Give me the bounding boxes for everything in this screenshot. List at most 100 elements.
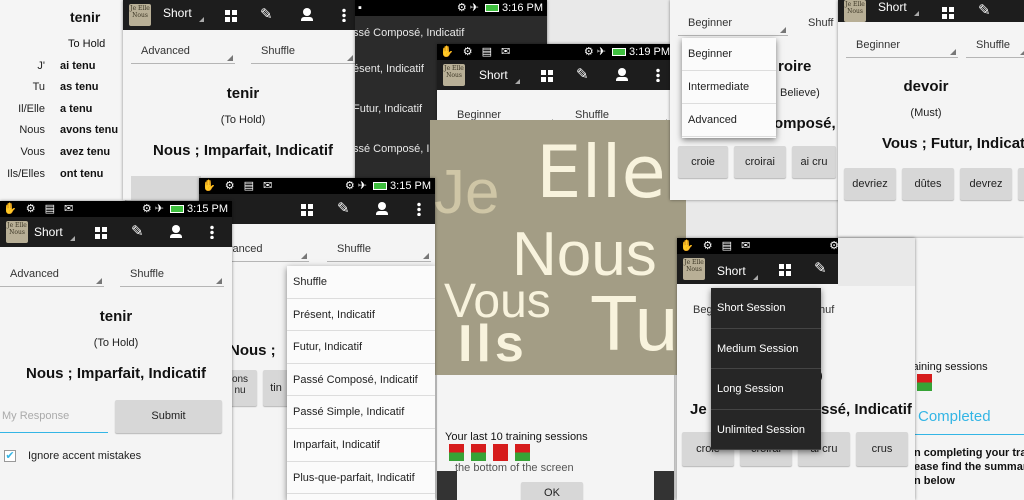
tense-option[interactable]: Passé Simple, Indicatif <box>287 396 435 429</box>
session-selector[interactable]: Short <box>717 264 758 280</box>
person-icon[interactable] <box>615 68 629 87</box>
grid-icon[interactable] <box>942 6 954 24</box>
dialog-line: n completing your trai <box>914 447 1024 459</box>
tense-list-item[interactable]: Futur, Indicatif <box>355 103 422 115</box>
grid-icon[interactable] <box>541 69 553 87</box>
pencil-icon[interactable]: ✎ <box>576 66 589 84</box>
tense-option[interactable]: Présent, Indicatif <box>287 299 435 332</box>
tense-prompt-right: ssé, Indicatif <box>821 401 912 418</box>
level-spinner[interactable]: Beginner <box>678 14 788 36</box>
tense-option[interactable]: Futur, Indicatif <box>287 331 435 364</box>
ignore-accents-checkbox[interactable]: ✔ <box>4 450 16 462</box>
level-spinner[interactable]: Beginner <box>846 36 958 58</box>
app-logo[interactable]: Je Elle Nous <box>443 64 465 86</box>
order-spinner[interactable]: Shuffle <box>327 240 431 262</box>
app-logo[interactable]: Je Elle Nous <box>129 4 151 26</box>
level-spinner[interactable]: Advanced <box>131 42 235 64</box>
level-option[interactable]: Intermediate <box>682 71 776 104</box>
order-spinner[interactable]: huf <box>819 304 834 316</box>
order-spinner[interactable]: Shuff <box>808 17 834 29</box>
app-logo[interactable]: Je Elle Nous <box>6 221 28 243</box>
response-input[interactable]: My Response <box>0 407 108 433</box>
answer-button[interactable]: croie <box>678 146 728 178</box>
notification-icons: ✋ ⚙ ▤ ✉ <box>202 180 276 192</box>
verb-translation: Believe) <box>780 87 820 99</box>
answer-button[interactable]: devriez <box>844 168 896 200</box>
answer-button[interactable]: devrez <box>960 168 1012 200</box>
person-icon[interactable] <box>300 8 314 27</box>
submit-button[interactable]: Submit <box>115 400 222 433</box>
dialog-line: ease find the summary <box>914 461 1024 473</box>
grid-icon[interactable] <box>301 203 313 221</box>
session-selector[interactable]: Short <box>479 68 520 84</box>
overflow-menu-icon[interactable] <box>210 225 214 244</box>
session-option[interactable]: Long Session <box>711 369 821 410</box>
level-spinner[interactable]: Beg <box>693 304 713 316</box>
tense-prompt-left: Je <box>690 401 707 418</box>
person-icon[interactable] <box>169 225 183 244</box>
level-option[interactable]: Advanced <box>682 104 776 137</box>
ok-button[interactable]: OK <box>521 482 583 500</box>
big-logo: Je Elle Nous Vous Tu Ils <box>430 120 686 375</box>
person-icon[interactable] <box>375 202 389 221</box>
tense-option[interactable]: Shuffle <box>287 266 435 299</box>
order-spinner[interactable]: Shuffle <box>966 36 1024 58</box>
app-logo[interactable]: Je Elle Nous <box>844 0 866 22</box>
row-pronoun: Ils/Elles <box>7 167 45 180</box>
answer-button-partial[interactable] <box>1018 168 1024 200</box>
session-selector[interactable]: Short <box>34 225 75 241</box>
answer-button[interactable]: ai cru <box>792 146 836 178</box>
tense-dropdown-menu: Shuffle Présent, Indicatif Futur, Indicati… <box>287 266 435 500</box>
notification-icons: ✋ ⚙ ▤ ✉ <box>680 240 754 252</box>
status-icons: ⚙ ✈ 3:16 PM <box>456 2 543 14</box>
order-spinner[interactable]: Shuffle <box>120 265 224 287</box>
answer-button[interactable]: dûtes <box>902 168 954 200</box>
row-form: avez tenu <box>60 146 111 158</box>
tense-list-item[interactable]: ssé Composé, Indicatif <box>355 27 464 39</box>
pencil-icon[interactable]: ✎ <box>337 200 350 218</box>
logo-word: Tu <box>590 279 679 367</box>
history-label: Your last 10 training sessions <box>445 431 588 443</box>
overflow-menu-icon[interactable] <box>417 202 421 221</box>
answer-button[interactable]: croirai <box>734 146 786 178</box>
pencil-icon[interactable]: ✎ <box>131 223 144 241</box>
level-spinner[interactable]: Advanced <box>0 265 104 287</box>
tense-option[interactable]: Imparfait, Indicatif <box>287 429 435 462</box>
session-selector[interactable]: Short <box>878 0 919 16</box>
level-menu-panel: Beginner Shuff roire Believe) omposé, cr… <box>670 0 840 200</box>
session-option[interactable]: Medium Session <box>711 329 821 369</box>
pencil-icon[interactable]: ✎ <box>978 2 991 20</box>
overflow-menu-icon[interactable] <box>656 68 660 87</box>
grid-icon[interactable] <box>779 263 791 281</box>
status-bar: ✋ ⚙ ▤ ✉ ⚙ ✈ 3:15 PM <box>0 201 232 217</box>
level-option[interactable]: Beginner <box>682 38 776 71</box>
grid-icon[interactable] <box>95 226 107 244</box>
session-option[interactable]: Short Session <box>711 288 821 329</box>
tense-list-item[interactable]: ésent, Indicatif <box>355 63 424 75</box>
tense-prompt: Vous ; Futur, Indicatif <box>882 135 1024 152</box>
answer-button[interactable]: crus <box>856 432 908 466</box>
session-selector[interactable]: Short <box>163 6 204 22</box>
answer-button[interactable]: tin <box>263 370 289 406</box>
dialog-scrim <box>437 471 457 500</box>
table-verb: tenir <box>70 9 101 25</box>
pencil-icon[interactable]: ✎ <box>260 6 273 24</box>
hint-text: the bottom of the screen <box>455 462 574 474</box>
verb-translation: (To Hold) <box>220 114 266 126</box>
action-bar: Je Elle Nous Short ✎ <box>437 60 674 90</box>
order-spinner[interactable]: Shuffle <box>251 42 355 64</box>
grid-icon[interactable] <box>225 9 237 27</box>
app-logo[interactable]: Je Elle Nous <box>683 258 705 280</box>
dialog-title: Completed <box>918 408 991 425</box>
session-option[interactable]: Unlimited Session <box>711 410 821 450</box>
tense-option[interactable]: Passé Composé, Indicatif <box>287 364 435 397</box>
logo-word: Elle <box>536 130 666 214</box>
tense-prompt: Nous ; Imparfait, Indicatif <box>152 142 333 159</box>
pencil-icon[interactable]: ✎ <box>814 260 827 278</box>
verb-title: devoir <box>903 78 949 95</box>
tenir-card-panel: Je Elle Nous Short ✎ Advanced Shuffle te… <box>123 0 363 200</box>
overflow-menu-icon[interactable] <box>342 8 346 27</box>
session-result <box>449 444 464 461</box>
tense-option[interactable]: Plus-que-parfait, Indicatif <box>287 462 435 495</box>
dialog-scrim <box>654 471 674 500</box>
